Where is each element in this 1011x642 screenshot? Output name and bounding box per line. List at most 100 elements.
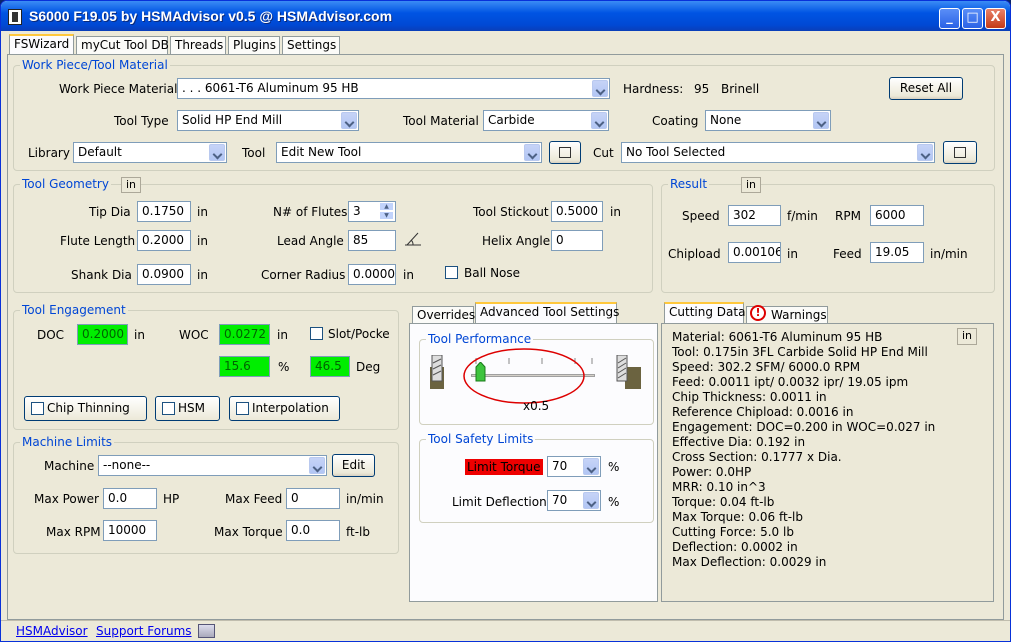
cutting-data-line: Chip Thickness: 0.0011 in	[672, 390, 827, 404]
app-icon	[8, 9, 22, 25]
minimize-button[interactable]: _	[939, 8, 960, 29]
helix-angle-label: Helix Angle	[482, 234, 551, 248]
hardness-label: Hardness:	[623, 82, 684, 96]
tab-advanced-tool-settings[interactable]: Advanced Tool Settings	[475, 302, 619, 324]
cut-label: Cut	[593, 146, 614, 160]
safety-group: Tool Safety Limits	[419, 432, 654, 523]
cut-lookup-button[interactable]	[943, 141, 977, 164]
limit-deflection-unit: %	[608, 495, 620, 509]
doc-label: DOC	[37, 328, 65, 342]
cutting-data-line: Speed: 302.2 SFM/ 6000.0 RPM	[672, 360, 861, 374]
stickout-input[interactable]: 0.5000	[551, 201, 603, 222]
calculator-icon[interactable]	[198, 624, 215, 638]
tool-label: Tool	[242, 146, 266, 160]
tab-overrides[interactable]: Overrides	[412, 306, 475, 324]
tipdia-input[interactable]: 0.1750	[137, 201, 191, 222]
woc-percent-unit: %	[278, 360, 290, 374]
tab-settings[interactable]: Settings	[282, 36, 340, 54]
title-bar[interactable]: S6000 F19.05 by HSMAdvisor v0.5 @ HSMAdv…	[1, 1, 1010, 31]
limit-torque-label: Limit Torque	[465, 459, 543, 475]
cutting-data-line: Tool: 0.175in 3FL Carbide Solid HP End M…	[672, 345, 928, 359]
warning-icon: !	[750, 305, 766, 321]
speed-unit: f/min	[787, 209, 818, 223]
checkbox-icon	[31, 402, 44, 415]
ballnose-label: Ball Nose	[464, 266, 521, 280]
library-select[interactable]: Default	[73, 142, 227, 163]
toolmaterial-select[interactable]: Carbide	[483, 110, 609, 131]
maxfeed-input[interactable]: 0	[286, 488, 340, 509]
cut-select[interactable]: No Tool Selected	[621, 142, 935, 163]
speed-input[interactable]: 302	[728, 205, 781, 226]
chipload-label: Chipload	[668, 247, 721, 261]
machine-select[interactable]: --none--	[98, 455, 327, 476]
cutting-data-line: Material: 6061-T6 Aluminum 95 HB	[672, 330, 883, 344]
maxtorque-input[interactable]: 0.0	[286, 520, 340, 541]
checkbox-icon	[162, 402, 175, 415]
result-unit-toggle[interactable]: in	[741, 177, 762, 193]
chipload-input[interactable]: 0.00106	[728, 242, 781, 263]
lead-angle-input[interactable]: 85	[348, 230, 396, 251]
maxpower-input[interactable]: 0.0	[103, 488, 157, 509]
shankdia-label: Shank Dia	[71, 268, 132, 282]
ballnose-checkbox[interactable]	[445, 266, 458, 279]
tool-select[interactable]: Edit New Tool	[276, 142, 542, 163]
cutting-data-line: Engagement: DOC=0.200 in WOC=0.027 in	[672, 420, 936, 434]
flutes-label: N# of Flutes	[273, 205, 348, 219]
corner-radius-input[interactable]: 0.0000	[348, 264, 396, 285]
maxrpm-label: Max RPM	[46, 525, 101, 539]
cutting-data-panel: in Material: 6061-T6 Aluminum 95 HB Tool:…	[661, 323, 994, 602]
cutting-data-line: Power: 0.0HP	[672, 465, 752, 479]
tab-fswizard[interactable]: FSWizard	[9, 34, 74, 55]
tab-mycut-tool-db[interactable]: myCut Tool DB	[76, 36, 169, 54]
helix-angle-input[interactable]: 0	[551, 230, 603, 251]
tab-threads[interactable]: Threads	[170, 36, 226, 54]
woc-unit: in	[277, 328, 288, 342]
tooltype-select[interactable]: Solid HP End Mill	[177, 110, 359, 131]
flutes-input[interactable]: 3 ▲ ▼	[348, 201, 396, 222]
chevron-down-icon	[583, 458, 599, 475]
performance-title: Tool Performance	[426, 332, 534, 346]
material-select[interactable]: . . . 6061-T6 Aluminum 95 HB	[177, 78, 610, 99]
hsmadvisor-link[interactable]: HSMAdvisor	[16, 623, 88, 639]
lookup-icon	[954, 147, 966, 158]
maximize-button[interactable]: □	[962, 8, 983, 29]
slot-pocket-checkbox[interactable]	[310, 327, 323, 340]
safety-title: Tool Safety Limits	[426, 432, 536, 446]
geometry-unit-toggle[interactable]: in	[121, 177, 142, 193]
support-forums-link[interactable]: Support Forums	[96, 623, 192, 639]
limit-torque-select[interactable]: 70	[547, 456, 601, 477]
cutting-data-line: Effective Dia: 0.192 in	[672, 435, 806, 449]
hsm-toggle[interactable]: HSM	[155, 396, 220, 421]
engagement-angle-input[interactable]: 46.5	[310, 356, 350, 377]
spin-arrows-icon[interactable]: ▲ ▼	[379, 202, 394, 221]
cutting-unit-toggle[interactable]: in	[957, 328, 978, 345]
limit-deflection-label: Limit Deflection	[452, 495, 547, 509]
reset-all-button[interactable]: Reset All	[889, 77, 963, 100]
machine-edit-button[interactable]: Edit	[332, 454, 375, 477]
chevron-down-icon	[917, 144, 933, 161]
tab-plugins[interactable]: Plugins	[228, 36, 280, 54]
chip-thinning-toggle[interactable]: Chip Thinning	[24, 396, 147, 421]
woc-input[interactable]: 0.0272	[219, 324, 270, 345]
coating-select[interactable]: None	[705, 110, 831, 131]
feed-input[interactable]: 19.05	[870, 242, 924, 263]
woc-percent-input[interactable]: 15.6	[219, 356, 270, 377]
tool-lookup-button[interactable]	[549, 141, 581, 164]
rpm-input[interactable]: 6000	[870, 205, 924, 226]
doc-input[interactable]: 0.2000	[77, 324, 128, 345]
interpolation-toggle[interactable]: Interpolation	[229, 396, 340, 421]
tipdia-label: Tip Dia	[89, 205, 131, 219]
lookup-icon	[559, 147, 571, 158]
flutelen-input[interactable]: 0.2000	[137, 230, 191, 251]
limit-deflection-select[interactable]: 70	[547, 490, 601, 511]
cutting-data-line: Cross Section: 0.1777 x Dia.	[672, 450, 842, 464]
shankdia-input[interactable]: 0.0900	[137, 264, 191, 285]
corner-radius-unit: in	[403, 268, 414, 282]
chevron-down-icon	[591, 112, 607, 129]
close-button[interactable]: X	[985, 8, 1006, 29]
window-title: S6000 F19.05 by HSMAdvisor v0.5 @ HSMAdv…	[29, 8, 393, 24]
tab-cutting-data[interactable]: Cutting Data	[664, 302, 745, 324]
maxrpm-input[interactable]: 10000	[103, 520, 157, 541]
result-title: Result	[668, 177, 710, 191]
maxpower-label: Max Power	[34, 492, 99, 506]
